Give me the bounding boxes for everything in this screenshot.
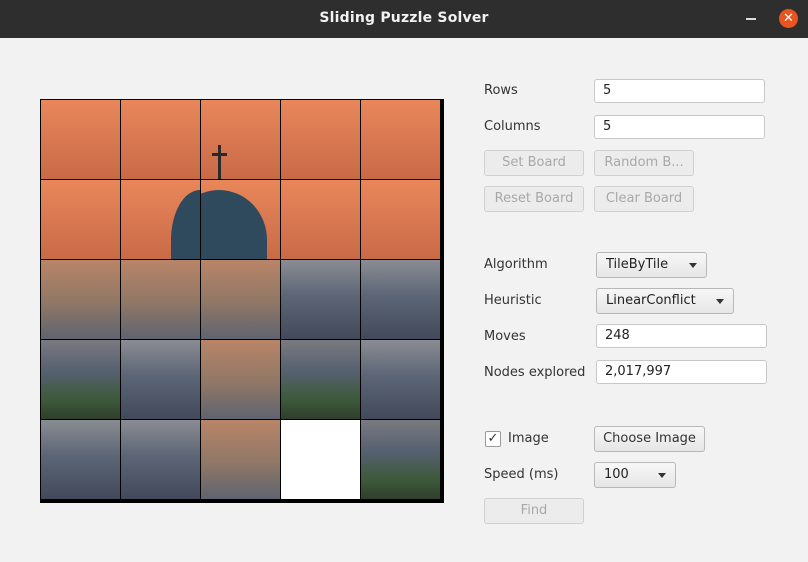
rows-label: Rows <box>484 83 518 98</box>
chevron-down-icon <box>716 299 724 304</box>
puzzle-tile[interactable] <box>121 100 200 179</box>
puzzle-tile[interactable] <box>121 180 200 259</box>
heuristic-label: Heuristic <box>484 293 542 308</box>
cross-icon <box>212 153 227 156</box>
puzzle-tile[interactable] <box>201 260 280 339</box>
window-content: Rows 5 Columns 5 Set Board Random B... R… <box>0 38 808 562</box>
columns-input[interactable]: 5 <box>594 115 765 139</box>
image-checkbox[interactable]: ✓ <box>485 431 501 447</box>
puzzle-tile[interactable] <box>361 100 440 179</box>
image-checkbox-label[interactable]: Image <box>508 431 549 446</box>
puzzle-tile[interactable] <box>41 420 120 499</box>
title-bar: Sliding Puzzle Solver ✕ <box>0 0 808 38</box>
nodes-explored-output[interactable]: 2,017,997 <box>596 360 767 384</box>
puzzle-tile[interactable] <box>201 340 280 419</box>
algorithm-label: Algorithm <box>484 257 548 272</box>
speed-select-value: 100 <box>604 467 629 482</box>
nodes-explored-label: Nodes explored <box>484 365 586 380</box>
find-button[interactable]: Find <box>484 498 584 524</box>
minimize-icon[interactable] <box>746 18 756 20</box>
puzzle-empty-slot[interactable] <box>281 420 360 499</box>
puzzle-tile[interactable] <box>41 260 120 339</box>
puzzle-tile[interactable] <box>361 180 440 259</box>
dome-shape <box>201 190 267 259</box>
reset-board-button[interactable]: Reset Board <box>484 186 584 212</box>
puzzle-tile[interactable] <box>281 100 360 179</box>
puzzle-tile[interactable] <box>121 340 200 419</box>
puzzle-tile[interactable] <box>201 100 280 179</box>
puzzle-tile[interactable] <box>281 180 360 259</box>
window-title: Sliding Puzzle Solver <box>319 10 489 26</box>
algorithm-select-value: TileByTile <box>606 257 669 272</box>
puzzle-board <box>40 99 444 503</box>
chevron-down-icon <box>658 473 666 478</box>
heuristic-select-value: LinearConflict <box>606 293 696 308</box>
close-icon[interactable]: ✕ <box>779 9 798 28</box>
puzzle-tile[interactable] <box>41 180 120 259</box>
puzzle-tile[interactable] <box>121 420 200 499</box>
clear-board-button[interactable]: Clear Board <box>594 186 694 212</box>
puzzle-tile[interactable] <box>281 340 360 419</box>
set-board-button[interactable]: Set Board <box>484 150 584 176</box>
cross-icon <box>218 145 221 179</box>
chevron-down-icon <box>689 263 697 268</box>
puzzle-tile[interactable] <box>41 340 120 419</box>
columns-label: Columns <box>484 119 541 134</box>
puzzle-tile[interactable] <box>361 260 440 339</box>
check-icon: ✓ <box>487 431 499 446</box>
puzzle-tile[interactable] <box>201 420 280 499</box>
puzzle-tile[interactable] <box>201 180 280 259</box>
puzzle-tile[interactable] <box>121 260 200 339</box>
puzzle-tile[interactable] <box>361 420 440 499</box>
heuristic-select[interactable]: LinearConflict <box>596 288 734 314</box>
puzzle-tile[interactable] <box>361 340 440 419</box>
speed-select[interactable]: 100 <box>594 462 676 488</box>
choose-image-button[interactable]: Choose Image <box>594 426 705 452</box>
moves-label: Moves <box>484 329 526 344</box>
rows-input[interactable]: 5 <box>594 79 765 103</box>
random-board-button[interactable]: Random B... <box>594 150 694 176</box>
algorithm-select[interactable]: TileByTile <box>596 252 707 278</box>
moves-output[interactable]: 248 <box>596 324 767 348</box>
dome-shape <box>171 190 200 259</box>
puzzle-tile[interactable] <box>281 260 360 339</box>
puzzle-tile[interactable] <box>41 100 120 179</box>
speed-label: Speed (ms) <box>484 467 559 482</box>
